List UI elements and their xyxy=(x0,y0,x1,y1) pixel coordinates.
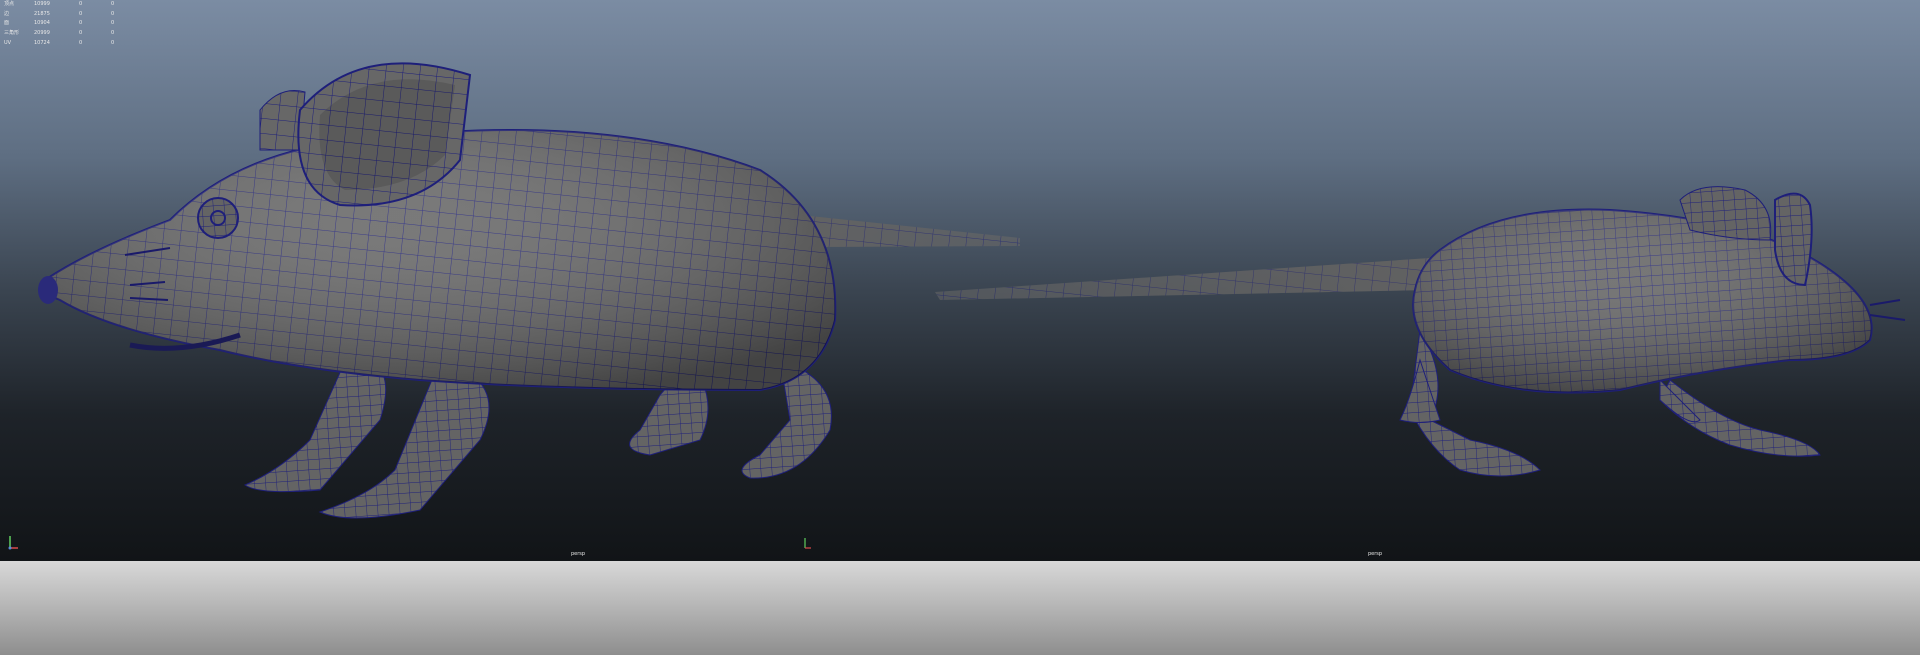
hud-label: 三角形 xyxy=(4,30,20,37)
hud-value: 0 xyxy=(111,1,115,7)
hud-label: 面 xyxy=(4,20,10,27)
viewport-area[interactable]: 顶点 10999 0 0 边 21875 0 0 面 10904 0 0 三角形… xyxy=(0,0,1920,561)
hud-value: 10999 xyxy=(34,1,50,7)
hud-row-uvs: UV 10724 0 0 xyxy=(4,39,143,49)
mouse-ear-right xyxy=(1774,192,1813,287)
hud-label: 顶点 xyxy=(4,1,15,7)
hud-value: 0 xyxy=(79,10,83,17)
bottom-panel xyxy=(0,561,1920,655)
hud-row-vertices: 顶点 10999 0 0 xyxy=(4,0,143,10)
axis-gizmo-icon xyxy=(804,538,811,549)
hud-value: 0 xyxy=(79,39,83,46)
mouse-tail-right xyxy=(935,258,1430,300)
poly-count-hud: 顶点 10999 0 0 边 21875 0 0 面 10904 0 0 三角形… xyxy=(4,0,143,49)
hud-label: UV xyxy=(4,39,12,46)
mouse-model-back[interactable] xyxy=(935,186,1906,477)
mouse-model-side[interactable] xyxy=(38,62,1020,519)
scene-canvas[interactable] xyxy=(0,0,1920,561)
hud-value: 0 xyxy=(79,30,83,37)
hud-value: 0 xyxy=(111,10,115,17)
hud-row-edges: 边 21875 0 0 xyxy=(4,10,143,20)
hud-value: 0 xyxy=(111,30,115,37)
hud-value: 21875 xyxy=(34,10,50,17)
hud-row-faces: 面 10904 0 0 xyxy=(4,19,143,29)
hud-value: 0 xyxy=(111,39,115,46)
axis-gizmo-icon xyxy=(8,536,18,550)
camera-label-left: persp xyxy=(571,551,586,557)
hud-value: 0 xyxy=(79,1,83,7)
mouse-nose-left xyxy=(38,276,58,304)
hud-value: 10724 xyxy=(34,39,50,46)
hud-row-triangles: 三角形 20999 0 0 xyxy=(4,29,143,39)
mouse-eye-left xyxy=(197,197,239,239)
hud-label: 边 xyxy=(4,10,10,17)
hud-value: 0 xyxy=(79,20,83,27)
hud-value: 0 xyxy=(111,20,115,27)
hud-value: 20999 xyxy=(34,30,50,37)
camera-label-right: persp xyxy=(1368,551,1383,557)
hud-value: 10904 xyxy=(34,20,50,27)
